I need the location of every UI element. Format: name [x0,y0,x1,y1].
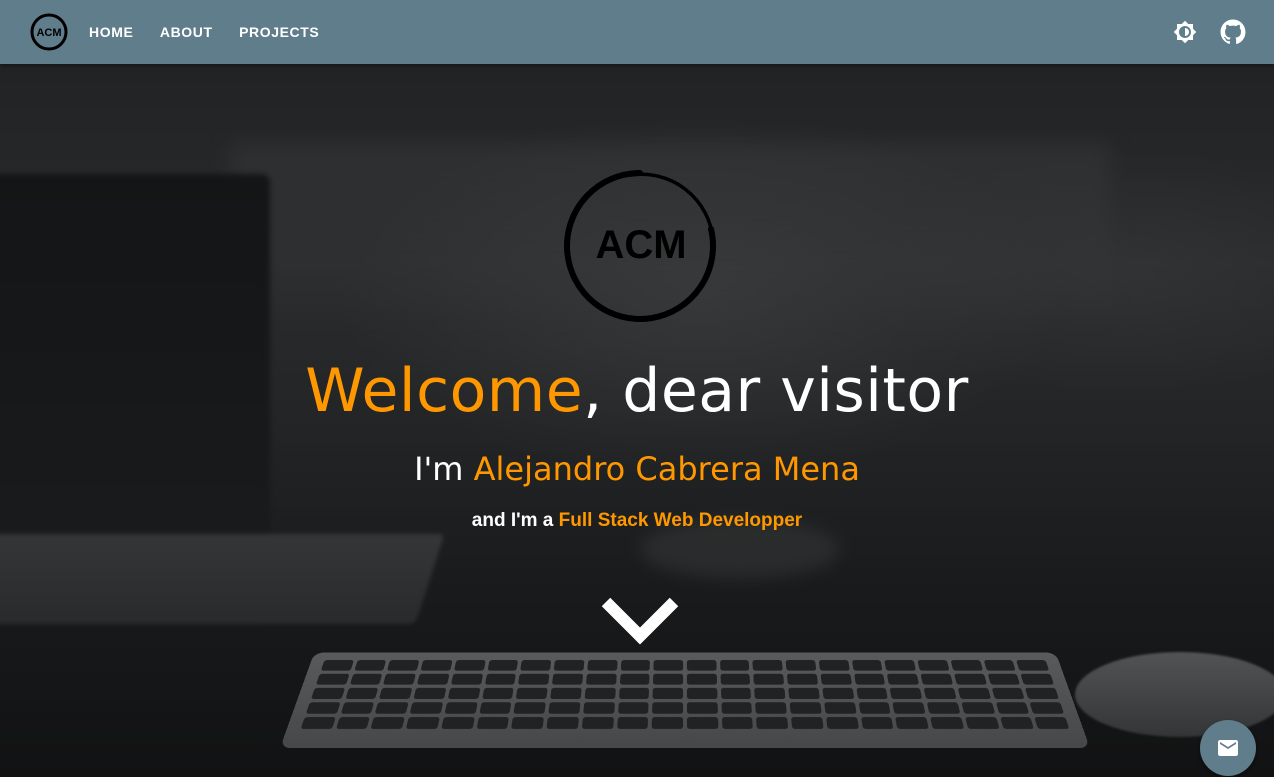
owner-name: Alejandro Cabrera Mena [473,450,860,488]
github-icon[interactable] [1220,19,1246,45]
hero-section: ACM Welcome, dear visitor I'm Alejandro … [0,64,1274,777]
name-prefix: I'm [414,450,474,488]
hero-acm-logo: ACM [564,170,716,322]
top-app-bar: ACM HOME ABOUT PROJECTS [0,0,1274,64]
hero-logo-text: ACM [595,223,686,267]
acm-logo[interactable]: ACM [29,12,69,52]
nav-projects[interactable]: PROJECTS [228,0,330,64]
owner-role: Full Stack Web Developper [558,510,803,531]
chevron-down-icon[interactable] [598,594,682,646]
header-actions [1172,0,1246,64]
mail-icon [1218,740,1238,756]
nav-home[interactable]: HOME [78,0,144,64]
nav-about[interactable]: ABOUT [149,0,224,64]
contact-fab[interactable] [1200,720,1256,776]
role-line: and I'm a Full Stack Web Developper [0,510,1274,532]
name-line: I'm Alejandro Cabrera Mena [0,450,1274,488]
brightness-icon[interactable] [1172,19,1198,45]
welcome-rest: , dear visitor [583,356,969,426]
logo-text: ACM [36,27,61,39]
welcome-accent: Welcome [305,356,584,426]
role-prefix: and I'm a [471,510,559,531]
welcome-heading: Welcome, dear visitor [0,356,1274,426]
main-nav: HOME ABOUT PROJECTS [78,0,330,64]
